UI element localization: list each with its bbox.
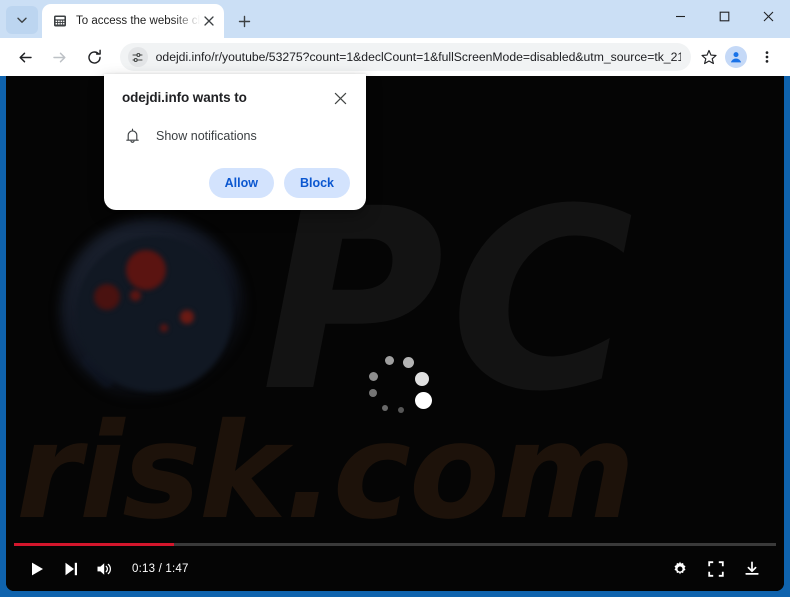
- minimize-button[interactable]: [658, 0, 702, 32]
- maximize-icon: [719, 11, 729, 21]
- close-icon: [204, 16, 214, 26]
- notification-permission-dialog: odejdi.info wants to Show notifications …: [104, 74, 366, 210]
- profile-button[interactable]: [723, 43, 750, 71]
- permission-close-button[interactable]: [330, 88, 350, 108]
- time-display: 0:13 / 1:47: [132, 563, 189, 575]
- person-icon: [731, 52, 742, 63]
- block-button[interactable]: Block: [283, 168, 350, 198]
- back-button[interactable]: [12, 43, 39, 71]
- star-icon: [701, 49, 717, 65]
- tab-search-button[interactable]: [6, 6, 38, 34]
- close-icon: [334, 92, 346, 104]
- loading-spinner: [365, 355, 432, 417]
- permission-actions: Allow Block: [122, 168, 350, 198]
- settings-button[interactable]: [662, 552, 698, 586]
- tab-strip: To access the website click the: [0, 0, 790, 38]
- permission-title: odejdi.info wants to: [122, 90, 247, 105]
- progress-fill: [14, 543, 175, 546]
- permission-request-row: Show notifications: [122, 126, 350, 146]
- window-controls: [658, 0, 790, 32]
- more-vertical-icon: [765, 51, 769, 63]
- tab-title: To access the website click the: [76, 15, 200, 27]
- reload-icon: [88, 49, 101, 64]
- tab-close-button[interactable]: [200, 12, 218, 30]
- arrow-left-icon: [19, 52, 32, 62]
- new-tab-button[interactable]: [230, 7, 258, 35]
- chevron-down-icon: [17, 17, 27, 23]
- permission-header: odejdi.info wants to: [122, 90, 350, 108]
- minimize-icon: [675, 15, 685, 17]
- plus-icon: [238, 15, 250, 27]
- volume-icon: [97, 563, 111, 575]
- permission-request-label: Show notifications: [156, 129, 257, 143]
- video-controls: 0:13 / 1:47: [6, 547, 784, 591]
- close-icon: [763, 11, 773, 21]
- fullscreen-button[interactable]: [698, 552, 734, 586]
- maximize-button[interactable]: [702, 0, 746, 32]
- chrome-menu-button[interactable]: [753, 43, 780, 71]
- download-button[interactable]: [734, 552, 770, 586]
- gear-icon: [674, 561, 686, 575]
- browser-window: To access the website click the: [0, 0, 790, 597]
- close-window-button[interactable]: [746, 0, 790, 32]
- skip-next-icon: [65, 562, 77, 576]
- magnifier-graphic: [60, 218, 246, 404]
- url-text: odejdi.info/r/youtube/53275?count=1&decl…: [155, 50, 681, 64]
- play-button[interactable]: [20, 552, 54, 586]
- download-icon: [745, 561, 759, 575]
- address-bar[interactable]: odejdi.info/r/youtube/53275?count=1&decl…: [119, 43, 691, 71]
- allow-button[interactable]: Allow: [208, 168, 274, 198]
- progress-track: [14, 543, 776, 546]
- tab-active[interactable]: To access the website click the: [42, 4, 224, 38]
- reload-button[interactable]: [81, 43, 108, 71]
- fullscreen-icon: [708, 561, 724, 577]
- arrow-right-icon: [53, 52, 66, 62]
- calculator-icon: [52, 13, 68, 29]
- next-button[interactable]: [54, 552, 88, 586]
- volume-button[interactable]: [88, 552, 122, 586]
- watermark-pc: PC: [261, 155, 640, 446]
- bell-icon: [122, 126, 142, 146]
- forward-button[interactable]: [47, 43, 74, 71]
- bookmark-button[interactable]: [697, 45, 721, 69]
- browser-toolbar: odejdi.info/r/youtube/53275?count=1&decl…: [0, 38, 790, 76]
- play-icon: [32, 562, 43, 576]
- avatar: [725, 46, 748, 68]
- site-info-icon[interactable]: [127, 47, 148, 67]
- watermark-risk: risk.com: [16, 395, 635, 549]
